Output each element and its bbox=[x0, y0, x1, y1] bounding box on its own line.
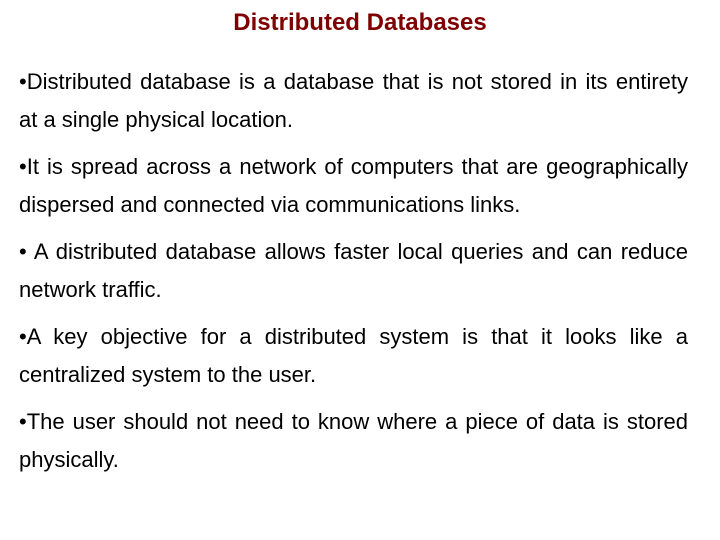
slide-body: •Distributed database is a database that… bbox=[19, 63, 688, 488]
bullet-item: •It is spread across a network of comput… bbox=[19, 154, 688, 217]
bullet-item: •Distributed database is a database that… bbox=[19, 69, 688, 132]
bullet-item: •A key objective for a distributed syste… bbox=[19, 324, 688, 387]
slide-title: Distributed Databases bbox=[233, 9, 487, 36]
bullet-item: • A distributed database allows faster l… bbox=[19, 239, 688, 302]
bullet-item: •The user should not need to know where … bbox=[19, 409, 688, 472]
